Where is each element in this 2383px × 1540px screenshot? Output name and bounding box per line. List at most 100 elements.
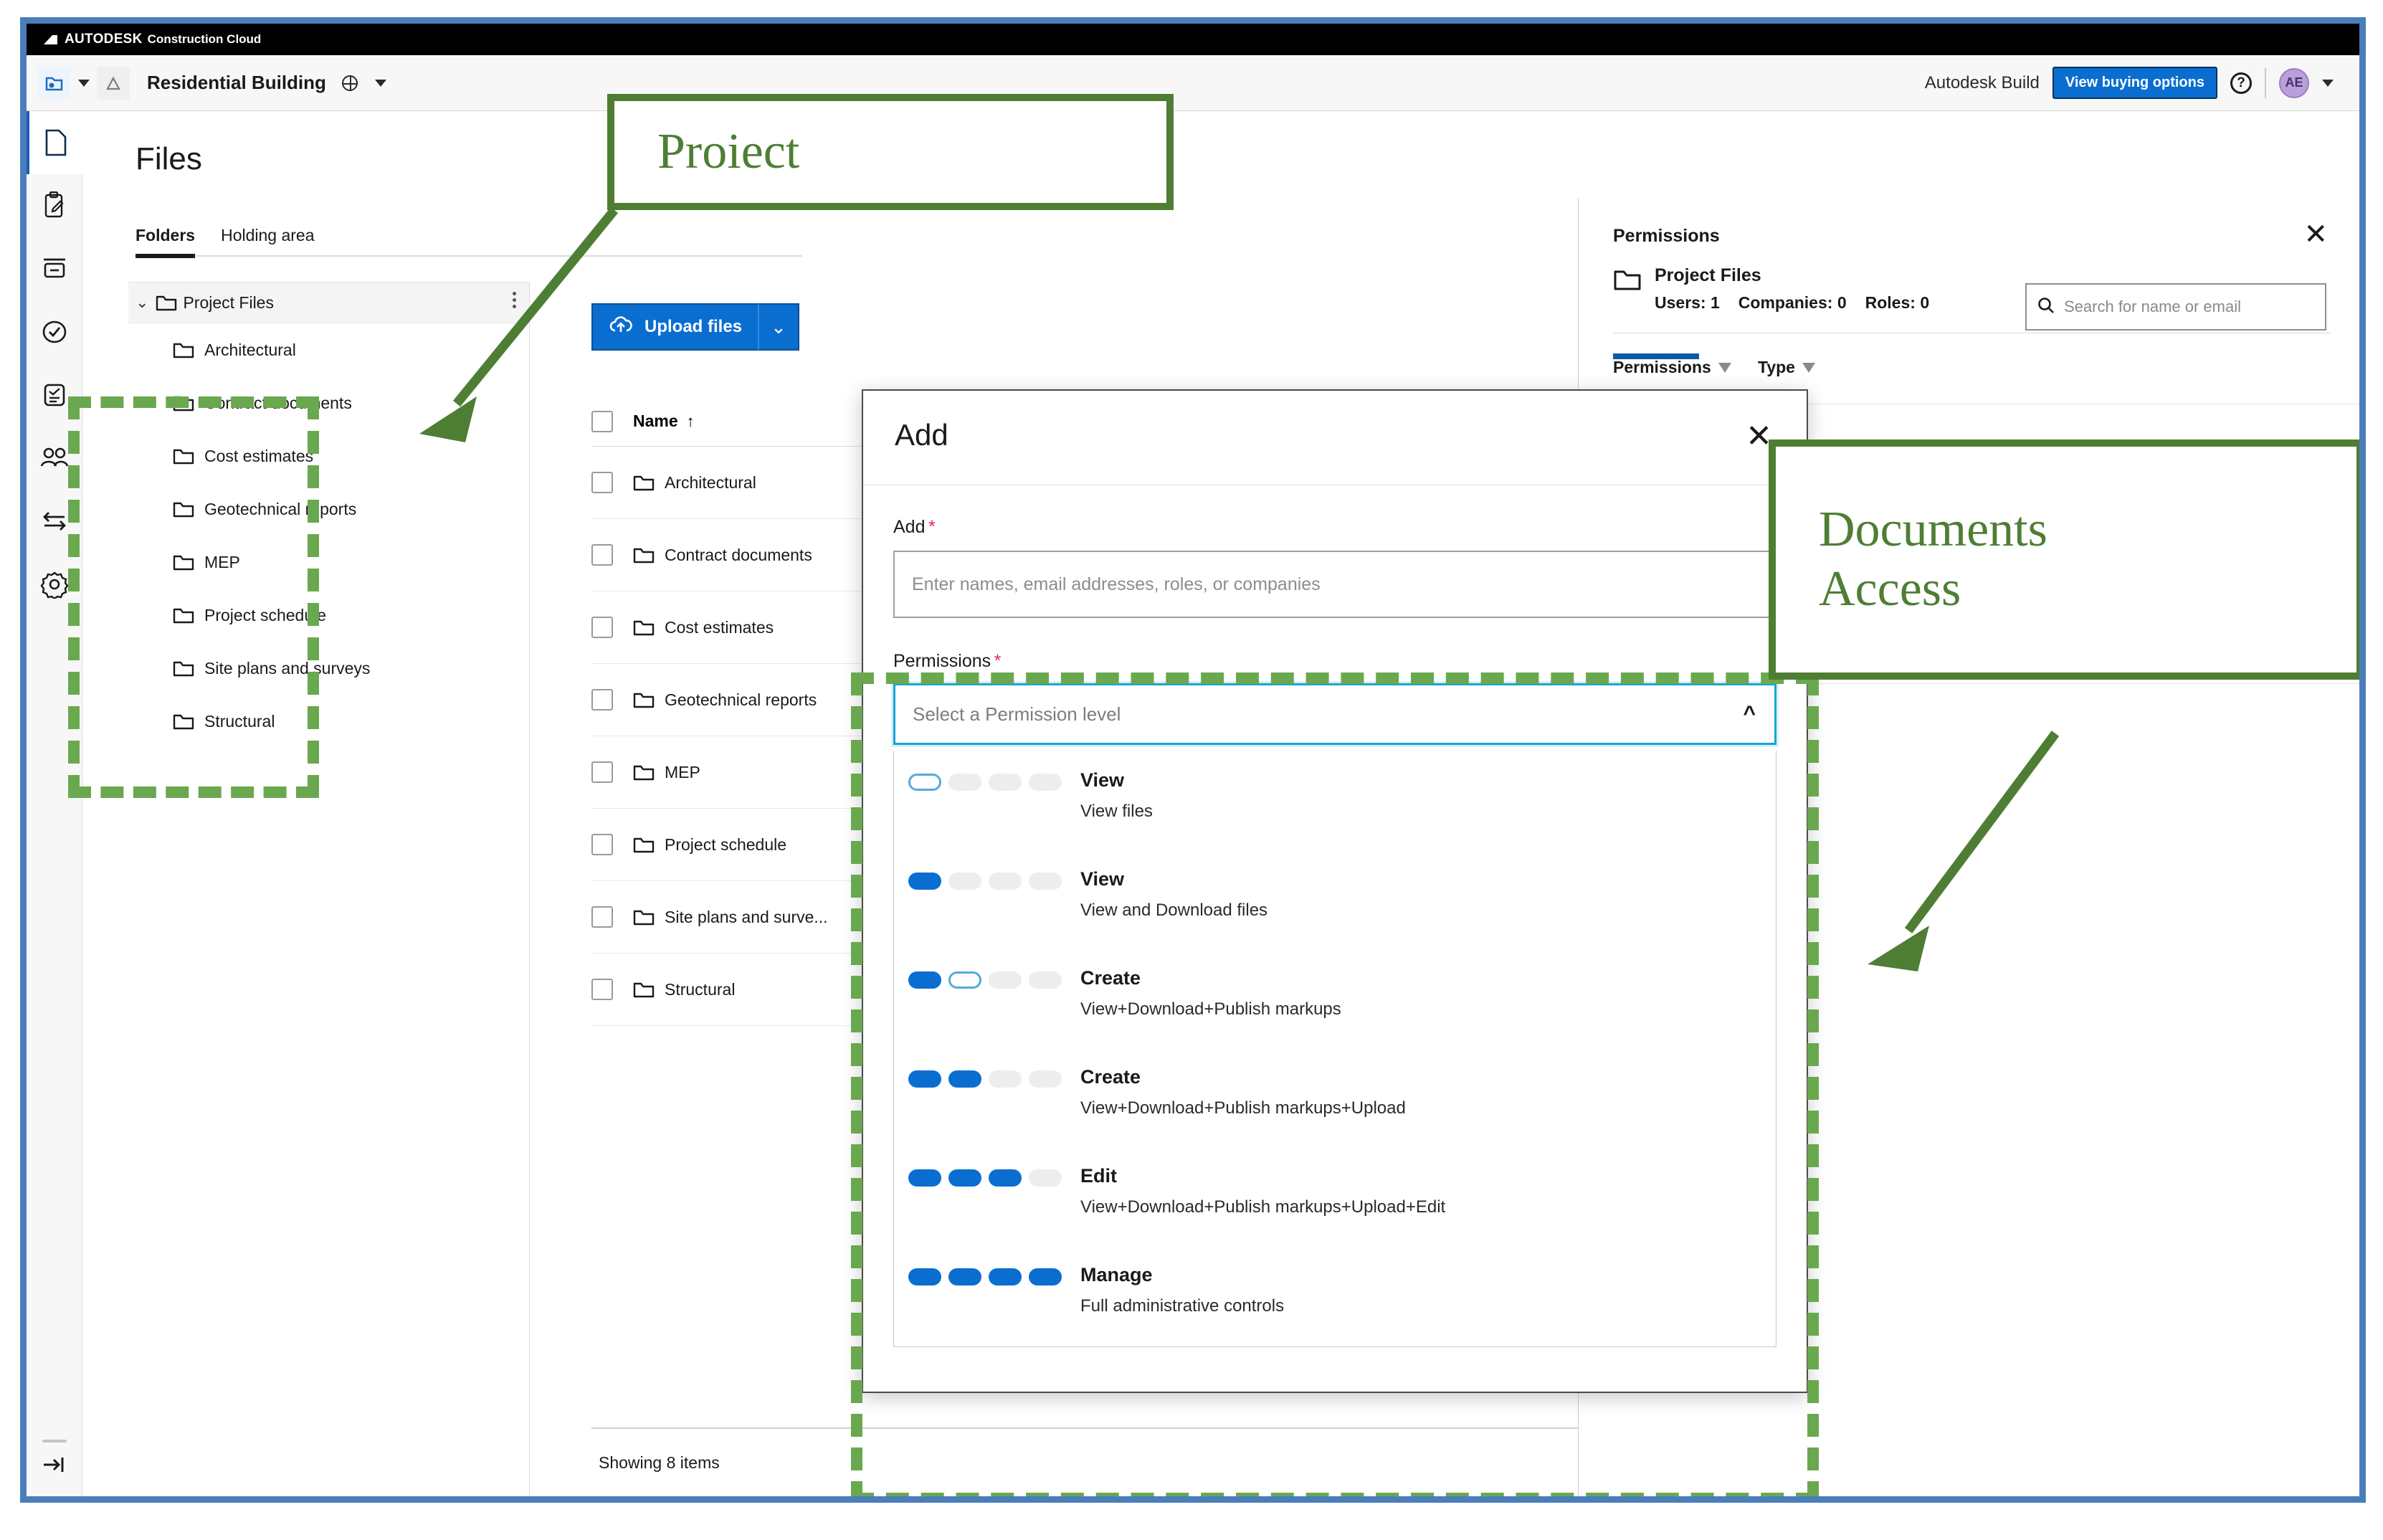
tree-item-label: Site plans and surveys	[204, 658, 371, 678]
column-type[interactable]: Type	[1758, 358, 1815, 377]
companies-count: Companies: 0	[1738, 293, 1847, 312]
tree-item[interactable]: Contract documents	[128, 376, 529, 429]
sidebar-item-settings[interactable]	[27, 553, 82, 616]
tree-item[interactable]: Project schedule	[128, 589, 529, 642]
column-name[interactable]: Name	[633, 412, 678, 431]
sidebar-item-reviews[interactable]	[27, 174, 82, 237]
folder-icon	[173, 713, 194, 731]
help-icon[interactable]: ?	[2230, 72, 2252, 94]
folder-icon	[173, 341, 194, 359]
sidebar-item-files[interactable]	[27, 111, 82, 174]
upload-files-button[interactable]: Upload files	[591, 303, 758, 351]
app-titlebar: AUTODESK Construction Cloud	[27, 24, 2359, 55]
permission-pills	[908, 769, 1080, 791]
row-checkbox[interactable]	[591, 617, 613, 638]
folder-icon	[173, 553, 194, 571]
search-input[interactable]: Search for name or email	[2025, 283, 2326, 331]
project-switcher-icon[interactable]	[97, 66, 130, 100]
row-name: Geotechnical reports	[665, 690, 817, 709]
add-field-group: Add * Enter names, email addresses, role…	[893, 517, 1776, 618]
tree-item[interactable]: MEP	[128, 536, 529, 589]
tree-item[interactable]: Cost estimates	[128, 429, 529, 483]
more-options-icon[interactable]	[513, 292, 516, 308]
column-permissions[interactable]: Permissions	[1613, 358, 1731, 377]
permission-field-label: Permissions	[893, 651, 991, 671]
add-recipients-input[interactable]: Enter names, email addresses, roles, or …	[893, 551, 1776, 618]
option-description: View+Download+Publish markups+Upload+Edi…	[1080, 1197, 1446, 1217]
tree-item-label: Geotechnical reports	[204, 499, 357, 518]
chevron-down-icon[interactable]: ⌄	[135, 293, 148, 312]
upload-options-chevron-icon[interactable]: ⌄	[758, 303, 800, 351]
tree-root-project-files[interactable]: ⌄ Project Files	[128, 282, 529, 323]
sidebar-item-forms[interactable]	[27, 363, 82, 427]
search-icon	[2037, 296, 2055, 318]
option-title: Create	[1080, 1066, 1141, 1088]
autodesk-logo-icon	[42, 34, 60, 46]
row-checkbox[interactable]	[591, 689, 613, 710]
permissions-panel-title: Permissions	[1613, 226, 1720, 246]
tree-item[interactable]: Structural	[128, 695, 529, 748]
permission-option-view-files[interactable]: View View files	[894, 751, 1776, 850]
row-name: Architectural	[665, 472, 756, 492]
item-count-label: Showing 8 items	[599, 1453, 720, 1472]
permission-option-view-download[interactable]: View View and Download files	[894, 850, 1776, 949]
close-icon[interactable]: ✕	[2303, 220, 2328, 249]
pill-4	[1029, 1070, 1062, 1088]
expand-panel-icon[interactable]	[42, 1454, 67, 1479]
row-checkbox[interactable]	[591, 979, 613, 1000]
tab-folders[interactable]: Folders	[135, 226, 196, 258]
view-buying-options-button[interactable]: View buying options	[2052, 67, 2217, 99]
sidebar-item-approvals[interactable]	[27, 300, 82, 363]
chevron-up-icon[interactable]: ^	[1743, 702, 1756, 726]
tree-item[interactable]: Architectural	[128, 323, 529, 376]
select-all-checkbox[interactable]	[591, 410, 613, 432]
row-name: Site plans and surve...	[665, 907, 828, 926]
permission-pills	[908, 868, 1080, 890]
sort-ascending-icon[interactable]: ↑	[687, 412, 695, 431]
filter-icon[interactable]	[1802, 362, 1815, 373]
module-switcher-icon[interactable]	[38, 66, 71, 100]
hub-name: Autodesk Build	[1924, 72, 2040, 92]
add-field-label: Add	[893, 517, 926, 537]
row-checkbox[interactable]	[591, 544, 613, 566]
filter-icon[interactable]	[1718, 362, 1731, 373]
account-chevron-icon[interactable]	[2322, 79, 2334, 87]
sidebar-item-transfers[interactable]	[27, 490, 82, 553]
pill-2	[948, 873, 981, 890]
search-placeholder: Search for name or email	[2064, 298, 2241, 315]
tree-item[interactable]: Site plans and surveys	[128, 642, 529, 695]
tree-item-label: Project schedule	[204, 605, 327, 624]
avatar[interactable]: AE	[2279, 67, 2309, 98]
folder-icon	[633, 764, 655, 781]
pill-2	[948, 774, 981, 791]
option-description: View+Download+Publish markups+Upload	[1080, 1098, 1406, 1118]
page-title: Files	[135, 141, 202, 176]
permission-option-create-markups[interactable]: Create View+Download+Publish markups	[894, 949, 1776, 1047]
folder-icon	[1613, 268, 1642, 293]
pill-3	[989, 1268, 1022, 1285]
option-title: Create	[1080, 967, 1141, 989]
sidebar-item-issues[interactable]	[27, 237, 82, 300]
sidebar-item-members[interactable]	[27, 427, 82, 490]
permissions-folder-name: Project Files	[1655, 265, 1761, 285]
tab-holding-area[interactable]: Holding area	[221, 226, 314, 255]
folder-tree: ⌄ Project Files Architectural Contract d…	[128, 282, 530, 1496]
tree-item[interactable]: Geotechnical reports	[128, 483, 529, 536]
required-marker: *	[928, 517, 936, 537]
app-window: AUTODESK Construction Cloud Residential …	[20, 17, 2366, 1503]
pill-3	[989, 971, 1022, 989]
row-checkbox[interactable]	[591, 761, 613, 783]
row-name: Contract documents	[665, 545, 812, 564]
permission-option-manage[interactable]: Manage Full administrative controls	[894, 1245, 1776, 1344]
project-name: Residential Building	[147, 72, 326, 93]
module-switcher-chevron-icon[interactable]	[78, 79, 90, 87]
permission-option-edit[interactable]: Edit View+Download+Publish markups+Uploa…	[894, 1146, 1776, 1245]
row-checkbox[interactable]	[591, 906, 613, 928]
row-checkbox[interactable]	[591, 472, 613, 493]
permission-level-select[interactable]: Select a Permission level ^	[893, 683, 1776, 745]
permission-option-create-upload[interactable]: Create View+Download+Publish markups+Upl…	[894, 1047, 1776, 1146]
folder-icon	[633, 908, 655, 926]
row-checkbox[interactable]	[591, 834, 613, 855]
pill-4	[1029, 1268, 1062, 1285]
project-chevron-icon[interactable]	[374, 79, 386, 87]
